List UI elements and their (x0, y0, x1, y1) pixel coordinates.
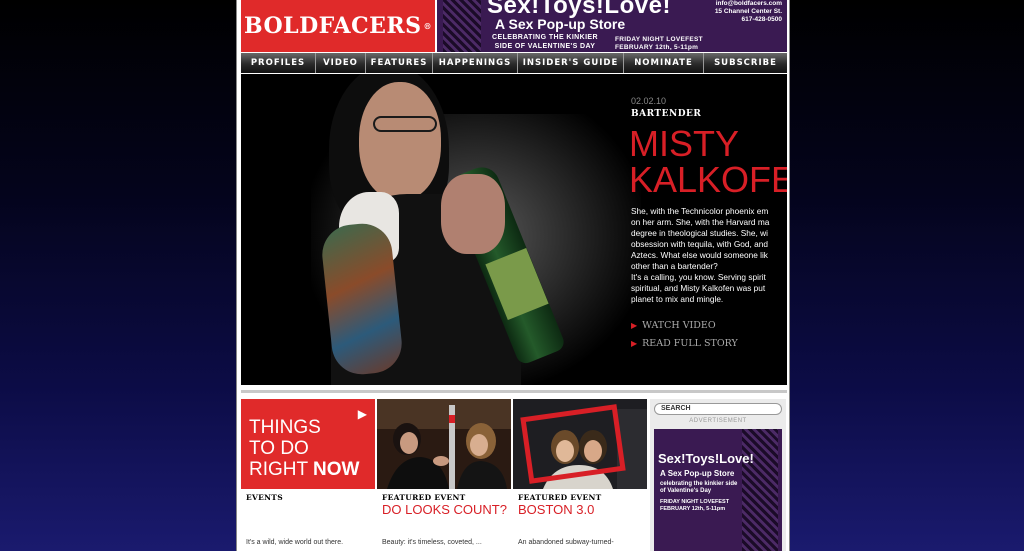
sidebar-ad[interactable]: Sex!Toys!Love! A Sex Pop-up Store celebr… (654, 429, 782, 551)
sidebar: SEARCH ADVERTISEMENT Sex!Toys!Love! A Se… (650, 399, 786, 551)
portrait-face (359, 82, 441, 200)
profile-date: 02.02.10 (631, 96, 667, 106)
sidebar-ad-tagline: celebrating the kinkier side of Valentin… (660, 481, 738, 494)
tile-text: It's a wild, wide world out there. (246, 539, 344, 546)
top-banner-ad[interactable]: Sex!Toys!Love! A Sex Pop-up Store CELEBR… (437, 0, 787, 52)
profile-role: BARTENDER (631, 109, 702, 119)
main-nav: PROFILES VIDEO FEATURES HAPPENINGS INSID… (241, 53, 787, 73)
event-photo-1-image (377, 399, 511, 489)
ad-event: FRIDAY NIGHT LOVEFEST FEBRUARY 12th, 5-1… (615, 36, 703, 52)
tile-title[interactable]: BOSTON 3.0 (518, 502, 594, 517)
nav-nominate[interactable]: NOMINATE (624, 53, 704, 73)
ad-address: 15 Channel Center St. (714, 8, 782, 15)
tile-text: Beauty: it's timeless, coveted, ... (382, 539, 482, 546)
event-photo-2-image (513, 399, 647, 489)
tile-title[interactable]: DO LOOKS COUNT? (382, 502, 507, 517)
watch-video-link[interactable]: ▶ WATCH VIDEO (631, 320, 716, 331)
event-photo-1 (377, 399, 511, 489)
search-input[interactable]: SEARCH (654, 403, 782, 415)
profile-name-line2: KALKOFEN (629, 159, 787, 200)
things-to-do-title: THINGS TO DO RIGHT NOW (249, 417, 359, 480)
sidebar-ad-event-line1: FRIDAY NIGHT LOVEFEST (660, 499, 730, 505)
corset-graphic (742, 429, 778, 551)
event-photo-2 (513, 399, 647, 489)
featured-event-tile-2[interactable]: FEATURED EVENT BOSTON 3.0 An abandoned s… (513, 399, 647, 551)
page-container: BOLDFACERS ® Sex!Toys!Love! A Sex Pop-up … (236, 0, 790, 551)
advertisement-label: ADVERTISEMENT (689, 418, 747, 424)
ad-email: info@boldfacers.com (715, 0, 782, 7)
read-full-story-link[interactable]: ▶ READ FULL STORY (631, 338, 738, 349)
tile-category: EVENTS (246, 493, 283, 502)
sidebar-ad-event-line2: FEBRUARY 12th, 5-11pm (660, 506, 726, 512)
portrait-glasses (373, 116, 437, 132)
portrait-hand (441, 174, 505, 254)
nav-profiles[interactable]: PROFILES (241, 53, 316, 73)
sidebar-ad-headline: Sex!Toys!Love! (658, 451, 754, 466)
featured-event-tile-1[interactable]: FEATURED EVENT DO LOOKS COUNT? Beauty: i… (377, 399, 511, 551)
profile-name: MISTY KALKOFEN (629, 126, 787, 198)
ad-event-line2: FEBRUARY 12th, 5-11pm (615, 44, 699, 51)
nav-video[interactable]: VIDEO (316, 53, 366, 73)
things-title-plain: THINGS TO DO RIGHT (249, 417, 321, 480)
ad-phone: 617-428-0500 (741, 16, 782, 23)
profile-bio: She, with the Technicolor phoenix em on … (631, 206, 770, 304)
tile-text: An abandoned subway-turned- (518, 539, 614, 546)
nav-subscribe[interactable]: SUBSCRIBE (704, 53, 787, 73)
things-to-do-banner[interactable]: THINGS TO DO RIGHT NOW ▶ (241, 399, 375, 489)
profile-name-line1: MISTY (629, 123, 740, 164)
ad-event-line1: FRIDAY NIGHT LOVEFEST (615, 36, 703, 43)
section-divider (241, 390, 787, 393)
events-tile[interactable]: THINGS TO DO RIGHT NOW ▶ EVENTS It's a w… (241, 399, 375, 551)
ad-tagline: CELEBRATING THE KINKIER SIDE OF VALENTIN… (492, 34, 598, 50)
nav-features[interactable]: FEATURES (366, 53, 433, 73)
featured-profile: 02.02.10 BARTENDER MISTY KALKOFEN She, w… (241, 74, 787, 385)
corset-graphic (443, 0, 481, 52)
tile-category: FEATURED EVENT (382, 493, 466, 502)
read-story-label: READ FULL STORY (642, 338, 738, 349)
tile-category: FEATURED EVENT (518, 493, 602, 502)
arrow-right-icon: ▶ (357, 407, 367, 421)
logo-text: BOLDFACERS (243, 13, 422, 39)
ad-contact: info@boldfacers.com 15 Channel Center St… (715, 0, 782, 24)
things-title-bold: NOW (313, 459, 360, 480)
nav-happenings[interactable]: HAPPENINGS (433, 53, 518, 73)
nav-insiders-guide[interactable]: INSIDER'S GUIDE (518, 53, 624, 73)
play-arrow-icon: ▶ (631, 339, 638, 348)
ad-subhead: A Sex Pop-up Store (495, 16, 626, 32)
watch-video-label: WATCH VIDEO (642, 320, 716, 331)
play-arrow-icon: ▶ (631, 321, 638, 330)
sidebar-ad-event: FRIDAY NIGHT LOVEFEST FEBRUARY 12th, 5-1… (660, 499, 729, 513)
sidebar-ad-subhead: A Sex Pop-up Store (660, 469, 735, 478)
boldfacers-logo[interactable]: BOLDFACERS ® (241, 0, 435, 52)
